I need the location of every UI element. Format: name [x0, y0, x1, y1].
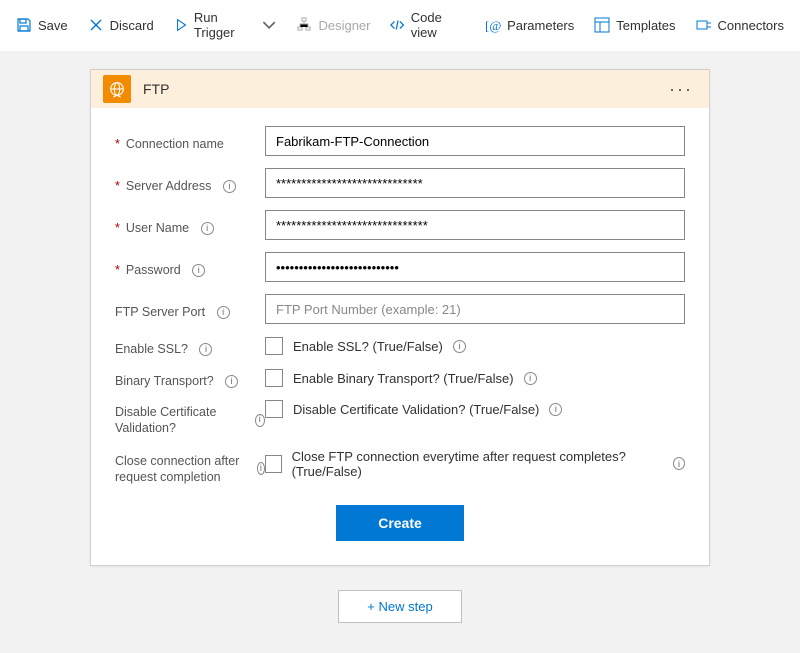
parameters-icon: [@]	[485, 17, 501, 33]
svg-text:[@]: [@]	[485, 18, 501, 33]
ftp-icon	[103, 75, 131, 103]
designer-icon	[296, 17, 312, 33]
server-address-label: *Server Address i	[115, 173, 265, 193]
run-trigger-button[interactable]: Run Trigger	[166, 6, 285, 44]
save-icon	[16, 17, 32, 33]
designer-canvas: FTP ··· *Connection name *Server Address…	[0, 51, 800, 653]
new-step-button[interactable]: + New step	[338, 590, 461, 623]
ftp-card: FTP ··· *Connection name *Server Address…	[90, 69, 710, 566]
code-icon	[390, 17, 404, 33]
templates-button[interactable]: Templates	[586, 13, 683, 37]
close-conn-check-label: Close FTP connection everytime after req…	[292, 449, 663, 479]
ftp-port-input[interactable]	[265, 294, 685, 324]
user-name-input[interactable]	[265, 210, 685, 240]
close-conn-label: Close connection after request completio…	[115, 449, 265, 486]
disable-cert-label: Disable Certificate Validation? i	[115, 400, 265, 437]
info-icon[interactable]: i	[257, 462, 265, 475]
info-icon[interactable]: i	[192, 264, 205, 277]
card-title: FTP	[143, 81, 665, 97]
user-name-label: *User Name i	[115, 215, 265, 235]
binary-transport-label: Binary Transport? i	[115, 368, 265, 388]
info-icon[interactable]: i	[223, 180, 236, 193]
discard-button[interactable]: Discard	[80, 13, 162, 37]
connectors-button[interactable]: Connectors	[688, 13, 792, 37]
binary-transport-checkbox[interactable]	[265, 369, 283, 387]
connection-name-input[interactable]	[265, 126, 685, 156]
parameters-label: Parameters	[507, 18, 574, 33]
card-header[interactable]: FTP ···	[91, 70, 709, 108]
info-icon[interactable]: i	[199, 343, 212, 356]
designer-label: Designer	[318, 18, 370, 33]
discard-icon	[88, 17, 104, 33]
info-icon[interactable]: i	[217, 306, 230, 319]
parameters-button[interactable]: [@] Parameters	[477, 13, 582, 37]
enable-ssl-checkbox[interactable]	[265, 337, 283, 355]
chevron-down-icon	[262, 17, 276, 33]
save-label: Save	[38, 18, 68, 33]
info-icon[interactable]: i	[255, 414, 266, 427]
connection-name-label: *Connection name	[115, 131, 265, 151]
play-icon	[174, 17, 188, 33]
create-button[interactable]: Create	[336, 505, 464, 541]
binary-check-label: Enable Binary Transport? (True/False)	[293, 371, 514, 386]
templates-label: Templates	[616, 18, 675, 33]
info-icon[interactable]: i	[225, 375, 238, 388]
info-icon[interactable]: i	[201, 222, 214, 235]
info-icon[interactable]: i	[524, 372, 537, 385]
toolbar: Save Discard Run Trigger Designer Code v…	[0, 0, 800, 51]
card-menu-button[interactable]: ···	[665, 80, 697, 98]
disable-cert-checkbox[interactable]	[265, 400, 283, 418]
info-icon[interactable]: i	[549, 403, 562, 416]
templates-icon	[594, 17, 610, 33]
enable-ssl-check-label: Enable SSL? (True/False)	[293, 339, 443, 354]
disable-cert-check-label: Disable Certificate Validation? (True/Fa…	[293, 402, 539, 417]
enable-ssl-label: Enable SSL? i	[115, 336, 265, 356]
connectors-icon	[696, 17, 712, 33]
close-conn-checkbox[interactable]	[265, 455, 282, 473]
code-view-button[interactable]: Code view	[382, 6, 473, 44]
card-body: *Connection name *Server Address i *User…	[91, 108, 709, 565]
run-trigger-label: Run Trigger	[194, 10, 254, 40]
info-icon[interactable]: i	[673, 457, 685, 470]
ftp-port-label: FTP Server Port i	[115, 299, 265, 319]
save-button[interactable]: Save	[8, 13, 76, 37]
password-label: *Password i	[115, 257, 265, 277]
connectors-label: Connectors	[718, 18, 784, 33]
code-view-label: Code view	[411, 10, 465, 40]
discard-label: Discard	[110, 18, 154, 33]
server-address-input[interactable]	[265, 168, 685, 198]
info-icon[interactable]: i	[453, 340, 466, 353]
password-input[interactable]	[265, 252, 685, 282]
designer-button: Designer	[288, 13, 378, 37]
